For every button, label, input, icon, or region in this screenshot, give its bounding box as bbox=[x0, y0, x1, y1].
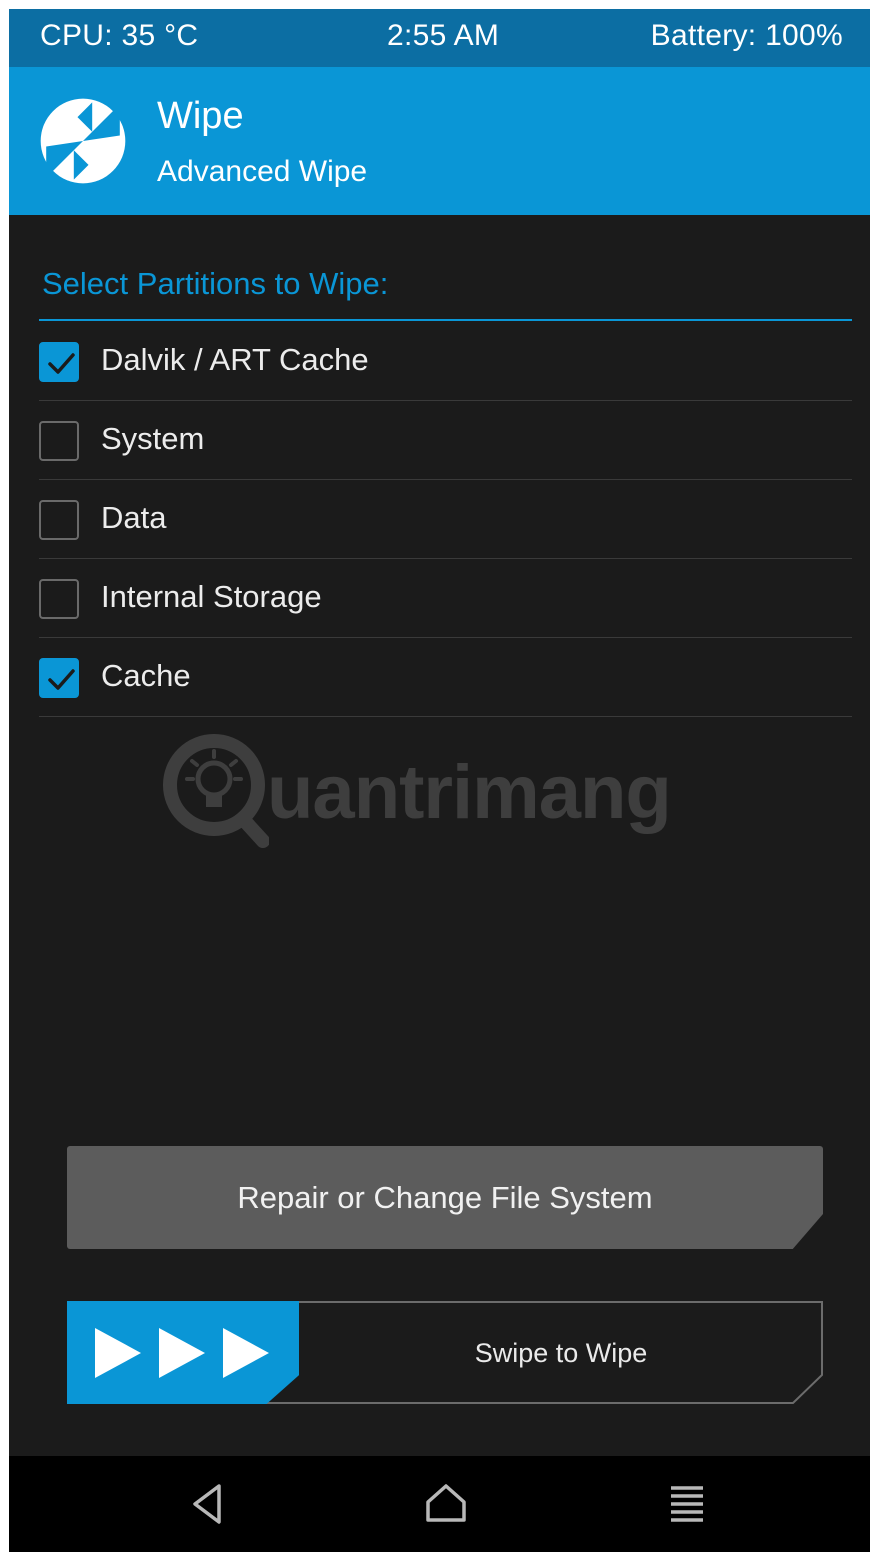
slider-handle[interactable] bbox=[67, 1301, 299, 1404]
checkmark-icon bbox=[48, 669, 75, 690]
cpu-temperature: CPU: 35 °C bbox=[40, 19, 199, 52]
menu-lines-icon[interactable] bbox=[663, 1480, 711, 1528]
navigation-bar bbox=[9, 1456, 870, 1552]
home-icon[interactable] bbox=[422, 1480, 470, 1528]
checkbox-unchecked[interactable] bbox=[39, 421, 79, 461]
partition-label: Data bbox=[101, 500, 167, 535]
page-header: Wipe Advanced Wipe bbox=[9, 67, 870, 215]
partition-label: System bbox=[101, 421, 205, 456]
partition-label: Cache bbox=[101, 658, 191, 693]
partition-label: Dalvik / ART Cache bbox=[101, 342, 369, 377]
battery-level: Battery: 100% bbox=[650, 19, 843, 52]
swipe-to-wipe-slider[interactable]: Swipe to Wipe bbox=[67, 1301, 823, 1404]
section-divider bbox=[39, 319, 852, 321]
partition-row[interactable]: System bbox=[39, 401, 852, 480]
checkbox-unchecked[interactable] bbox=[39, 579, 79, 619]
repair-filesystem-button[interactable]: Repair or Change File System bbox=[67, 1146, 823, 1249]
repair-filesystem-label: Repair or Change File System bbox=[237, 1180, 653, 1215]
lightbulb-q-icon bbox=[163, 734, 269, 848]
checkmark-icon bbox=[48, 353, 75, 374]
swipe-label: Swipe to Wipe bbox=[474, 1338, 648, 1368]
watermark-text: uantrimang bbox=[267, 750, 672, 835]
checkbox-checked[interactable] bbox=[39, 342, 79, 382]
partition-row[interactable]: Data bbox=[39, 480, 852, 559]
watermark: uantrimang bbox=[159, 723, 759, 863]
triple-arrow-right-icon bbox=[95, 1328, 269, 1378]
partition-label: Internal Storage bbox=[101, 579, 322, 614]
status-bar: CPU: 35 °C 2:55 AM Battery: 100% bbox=[9, 9, 870, 67]
page-subtitle: Advanced Wipe bbox=[157, 155, 368, 188]
section-title: Select Partitions to Wipe: bbox=[42, 266, 389, 301]
twrp-logo-icon bbox=[40, 98, 126, 184]
twrp-screen: CPU: 35 °C 2:55 AM Battery: 100% Wipe Ad… bbox=[9, 9, 870, 1552]
partition-row[interactable]: Dalvik / ART Cache bbox=[39, 322, 852, 401]
partition-row[interactable]: Cache bbox=[39, 638, 852, 717]
clock: 2:55 AM bbox=[387, 19, 500, 52]
partition-row[interactable]: Internal Storage bbox=[39, 559, 852, 638]
checkbox-unchecked[interactable] bbox=[39, 500, 79, 540]
row-divider bbox=[39, 716, 852, 717]
page-title: Wipe bbox=[157, 95, 244, 137]
back-triangle-icon[interactable] bbox=[185, 1480, 233, 1528]
checkbox-checked[interactable] bbox=[39, 658, 79, 698]
